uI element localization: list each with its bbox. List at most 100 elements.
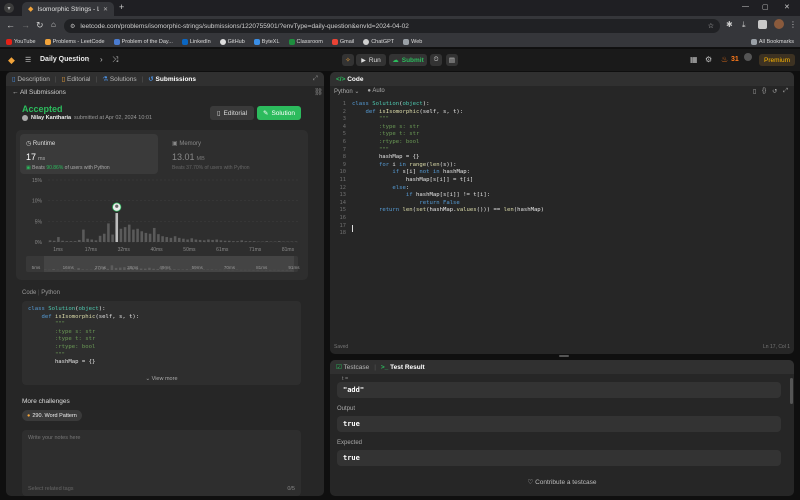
back-icon[interactable]: ← — [6, 20, 15, 30]
bookmark-problem-of-day[interactable]: Problem of the Day... — [113, 38, 173, 45]
downloads-icon[interactable]: ⤓ — [742, 20, 746, 30]
daily-question-link[interactable]: Daily Question — [40, 56, 89, 63]
bookmark-bytexl[interactable]: ByteXL — [253, 38, 280, 45]
url-text[interactable]: leetcode.com/problems/isomorphic-strings… — [80, 23, 408, 30]
bookmark-linkedin[interactable]: LinkedIn — [181, 38, 211, 45]
site-info-icon[interactable]: ⚙ — [70, 23, 75, 30]
view-more-button[interactable]: ⌄ View more — [22, 376, 301, 385]
layout-icon[interactable]: ▦ — [690, 55, 698, 64]
close-icon[interactable]: ✕ — [103, 6, 108, 13]
line-number: 15 — [339, 207, 347, 214]
contribute-testcase-link[interactable]: ♡ Contribute a testcase — [330, 478, 794, 486]
histogram-bar — [240, 240, 244, 242]
shuffle-icon[interactable]: ⤨ — [112, 55, 118, 65]
bookmark-gmail[interactable]: Gmail — [331, 38, 354, 45]
minimize-icon[interactable]: — — [742, 3, 749, 10]
auto-mode-toggle[interactable]: ● Auto — [367, 88, 384, 95]
home-icon[interactable]: ⌂ — [51, 20, 56, 29]
forward-icon[interactable]: → — [21, 20, 30, 30]
bookmark-github[interactable]: GitHub — [219, 38, 245, 45]
maximize-icon[interactable]: ▢ — [762, 3, 769, 11]
bookmark-star-icon[interactable]: ☆ — [708, 22, 714, 30]
result-scrollbar[interactable] — [790, 378, 793, 404]
all-submissions-link[interactable]: ← All Submissions — [12, 89, 66, 96]
timer-icon[interactable]: ⏲ — [430, 54, 442, 66]
editorial-button[interactable]: ▯ Editorial — [210, 106, 254, 120]
chatgpt-icon — [363, 38, 370, 45]
leetcode-logo-icon[interactable]: ◆ — [8, 55, 15, 66]
notes-input[interactable]: Write your notes here — [28, 435, 80, 441]
histogram-bar — [182, 238, 185, 242]
settings-gear-icon[interactable]: ⚙ — [705, 55, 712, 64]
bookmark-icon[interactable]: ▯ — [753, 88, 756, 95]
profile-avatar[interactable] — [774, 19, 784, 29]
window-close-icon[interactable]: ✕ — [784, 3, 790, 11]
address-bar[interactable]: ⚙ leetcode.com/problems/isomorphic-strin… — [64, 19, 720, 33]
runtime-card[interactable]: ◷ Runtime 17 ms ▣ Beats 90.86% of users … — [20, 134, 158, 174]
folder-icon — [403, 38, 410, 45]
histogram-bar — [65, 241, 69, 242]
next-problem-icon[interactable]: › — [100, 55, 103, 64]
code-editor[interactable]: class Solution(object): def isIsomorphic… — [352, 101, 788, 238]
tab-test-result[interactable]: >_ Test Result — [381, 364, 425, 371]
line-number: 11 — [339, 176, 347, 183]
expand-icon[interactable]: ⤢ — [313, 75, 318, 83]
memory-card[interactable]: ▣ Memory 13.01 MB Beats 37.70% of users … — [166, 134, 304, 174]
tab-editorial[interactable]: ▯ Editorial — [62, 75, 91, 83]
problem-list-icon[interactable]: ☰ — [25, 56, 31, 64]
tags-select[interactable]: Select related tags — [28, 486, 74, 492]
share-link-icon[interactable]: ⛓ — [314, 88, 323, 96]
tab-label: Description — [17, 76, 50, 83]
runtime-unit: ms — [37, 156, 46, 162]
histogram-bar — [136, 228, 139, 242]
submit-button[interactable]: ☁ Submit — [389, 54, 427, 66]
browser-tab[interactable]: ◆ Isomorphic Strings - LeetCode ✕ — [22, 2, 114, 16]
panel-resize-handle[interactable] — [559, 355, 569, 357]
runtime-distribution-chart[interactable]: 15% 10% 5% 0% 1ms 17ms 32ms 40ms 50ms 61ms 71ms 81m… — [16, 176, 308, 280]
user-avatar[interactable] — [744, 53, 752, 61]
all-bookmarks[interactable]: All Bookmarks — [750, 38, 794, 45]
bookmark-web[interactable]: Web — [403, 38, 422, 45]
solution-button[interactable]: ✎ Solution — [257, 106, 301, 120]
bookmark-chatgpt[interactable]: ChatGPT — [363, 38, 394, 45]
streak-fire-icon[interactable]: ♨ — [721, 55, 728, 64]
braces-icon[interactable]: {} — [762, 88, 766, 95]
tab-description[interactable]: ▯ Description — [12, 75, 50, 83]
reset-icon[interactable]: ↺ — [772, 88, 777, 95]
debug-icon[interactable]: ✧ — [342, 54, 354, 66]
reload-icon[interactable]: ↻ — [36, 20, 44, 31]
tab-testcase[interactable]: ☑ Testcase — [336, 363, 369, 371]
histogram-bar — [115, 213, 119, 242]
histogram-bar — [215, 239, 219, 242]
bookmark-youtube[interactable]: YouTube — [6, 38, 36, 45]
histogram-bar — [227, 240, 231, 242]
tab-search-icon[interactable]: ▾ — [4, 3, 14, 13]
premium-button[interactable]: Premium — [759, 54, 795, 66]
sidebar-icon[interactable] — [758, 20, 767, 29]
language-select[interactable]: Python ⌄ — [334, 88, 359, 95]
notes-icon[interactable]: ▤ — [446, 54, 458, 66]
fullscreen-icon[interactable]: ⤢ — [783, 88, 788, 95]
new-tab-icon[interactable]: + — [119, 2, 124, 12]
brush-tick-label: 59ms — [192, 265, 204, 270]
prev-problem-icon[interactable]: ‹ — [87, 55, 90, 64]
menu-icon[interactable]: ⋮ — [789, 20, 797, 29]
extensions-icon[interactable]: ✱ — [726, 20, 733, 29]
code-line: return False — [419, 199, 460, 206]
challenge-chip[interactable]: ● 290. Word Pattern — [22, 410, 82, 421]
run-button[interactable]: ▶ Run — [356, 54, 386, 66]
code-line: """ — [352, 146, 390, 153]
tab-submissions[interactable]: ↺ Submissions — [148, 75, 196, 83]
x-tick-label: 71ms — [249, 247, 262, 253]
gmail-icon — [331, 38, 338, 45]
tab-solutions[interactable]: ⚗ Solutions — [102, 75, 136, 83]
histogram-bar — [211, 239, 214, 242]
bookmark-classroom[interactable]: Classroom — [288, 38, 323, 45]
notes-box[interactable]: Write your notes here Select related tag… — [22, 430, 301, 496]
bookmark-problems[interactable]: Problems - LeetCode — [44, 38, 105, 45]
submitter-name[interactable]: Nilay Kantharia — [31, 115, 71, 121]
histogram-bar — [69, 241, 73, 242]
tags-count: 0/5 — [287, 486, 295, 492]
histogram-bar — [140, 231, 144, 242]
